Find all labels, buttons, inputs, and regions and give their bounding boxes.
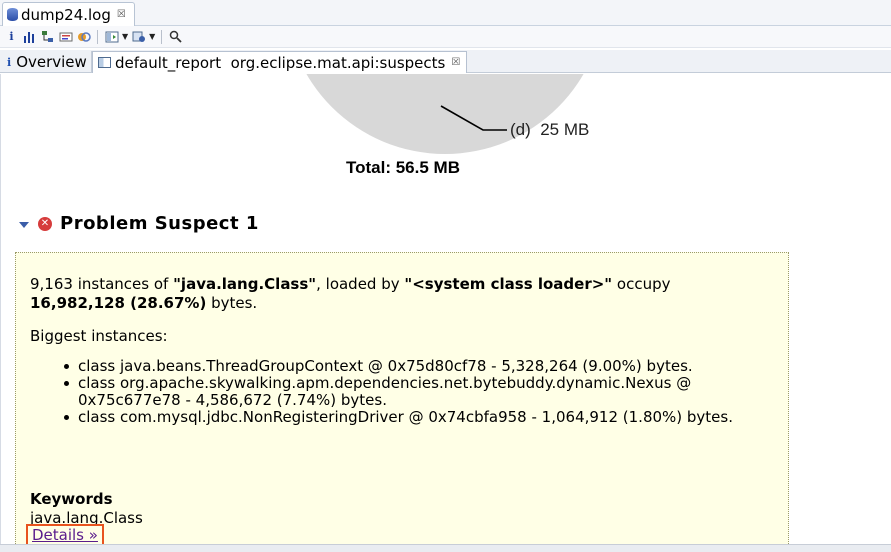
collapse-twisty-icon[interactable] [19,222,29,228]
toolbar-separator [97,29,98,44]
text-occupy: occupy [616,275,671,293]
info-icon: i [7,55,12,69]
bottom-scrollbar-edge[interactable] [0,544,891,552]
tab-overview[interactable]: i Overview [2,51,92,73]
pie-slice-label: (d) 25 MB [510,120,590,139]
biggest-instances-list: class java.beans.ThreadGroupContext @ 0x… [30,358,774,426]
histogram-icon[interactable] [22,29,37,44]
query-browser-dropdown-icon[interactable]: ▼ [149,32,155,41]
suspect-description: 9,163 instances of "java.lang.Class", lo… [30,275,774,313]
text-instances-of: instances of [77,275,169,293]
query-browser-icon[interactable] [131,29,146,44]
keywords-heading: Keywords [30,490,113,508]
report-content[interactable]: (d) 25 MB Total: 56.5 MB ✕ Problem Suspe… [0,74,891,544]
oql-icon[interactable] [58,29,73,44]
details-link[interactable]: Details » [26,524,104,544]
suspect-title: Problem Suspect 1 [60,213,259,234]
close-icon[interactable]: ☒ [117,9,126,20]
list-item: class com.mysql.jdbc.NonRegisteringDrive… [64,409,774,426]
editor-tab-bar: dump24.log ☒ [0,0,891,26]
toolbar: i ▼ ▼ [0,26,891,48]
error-icon: ✕ [38,216,52,231]
text-loaded-by: , loaded by [316,275,400,293]
thread-overview-icon[interactable] [76,29,91,44]
class-loader: "<system class loader>" [404,275,613,293]
run-report-icon[interactable] [104,29,119,44]
tab-report-label: default_report org.eclipse.mat.api:suspe… [115,53,446,72]
report-tab-bar: i Overview default_report org.eclipse.ma… [0,50,891,73]
retained-bytes: 16,982,128 (28.67%) [30,294,207,312]
report-icon [98,57,111,68]
info-icon[interactable]: i [4,29,19,44]
tab-default-report[interactable]: default_report org.eclipse.mat.api:suspe… [92,51,468,73]
find-object-icon[interactable] [168,29,183,44]
class-name: "java.lang.Class" [173,275,317,293]
dominator-tree-icon[interactable] [40,29,55,44]
close-icon[interactable]: ☒ [451,57,460,68]
list-item: class java.beans.ThreadGroupContext @ 0x… [64,358,774,375]
tab-overview-label: Overview [16,53,87,71]
biggest-instances-heading: Biggest instances: [30,327,168,345]
text-bytes: bytes. [211,294,258,312]
editor-tab-title: dump24.log [21,5,111,24]
heap-dump-icon [7,8,18,21]
instance-count: 9,163 [30,275,73,293]
run-report-dropdown-icon[interactable]: ▼ [122,32,128,41]
problem-suspect-heading[interactable]: ✕ Problem Suspect 1 [19,213,259,234]
toolbar-separator [161,29,163,44]
suspect-details-box: 9,163 instances of "java.lang.Class", lo… [15,252,789,544]
pie-total-label: Total: 56.5 MB [346,158,460,177]
pie-leader-line [440,105,507,131]
list-item: class org.apache.skywalking.apm.dependen… [64,375,774,409]
editor-tab-dump24[interactable]: dump24.log ☒ [2,2,135,26]
